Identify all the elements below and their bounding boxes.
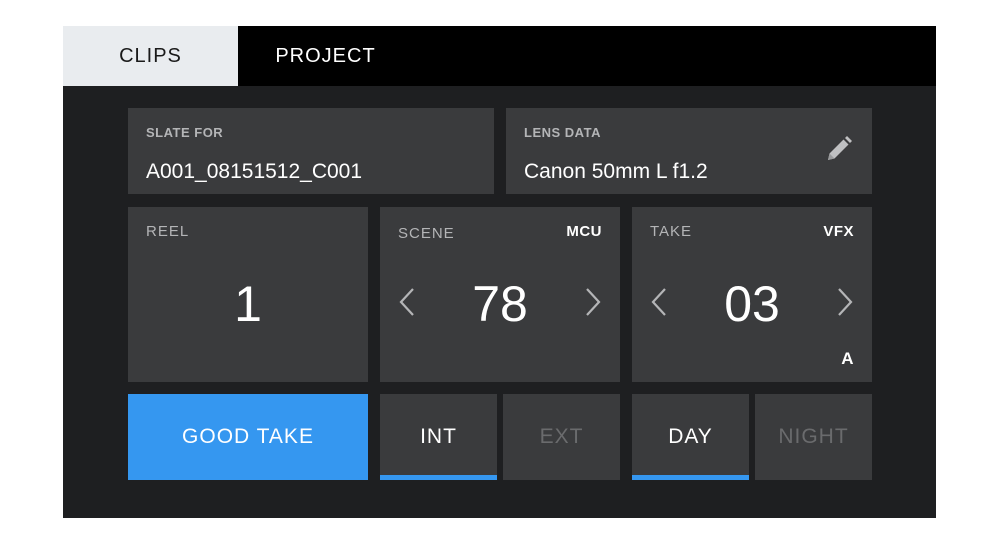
day-button[interactable]: DAY: [632, 394, 749, 480]
scene-panel[interactable]: SCENE MCU 78: [380, 207, 620, 382]
slate-for-panel[interactable]: SLATE FOR A001_08151512_C001: [128, 108, 494, 194]
lens-data-panel[interactable]: LENS DATA Canon 50mm L f1.2: [506, 108, 872, 194]
slate-for-value: A001_08151512_C001: [146, 160, 363, 183]
day-label: DAY: [668, 425, 713, 448]
good-take-button[interactable]: GOOD TAKE: [128, 394, 368, 480]
day-selected-indicator: [632, 475, 749, 480]
scene-next-button[interactable]: [582, 287, 604, 317]
slate-for-label: SLATE FOR: [146, 125, 224, 140]
take-panel[interactable]: TAKE VFX 03 A: [632, 207, 872, 382]
reel-panel[interactable]: REEL 1: [128, 207, 368, 382]
pencil-icon[interactable]: [824, 134, 854, 164]
int-button[interactable]: INT: [380, 394, 497, 480]
tab-clips[interactable]: CLIPS: [63, 26, 238, 86]
int-selected-indicator: [380, 475, 497, 480]
camera-screen: CLIPS PROJECT SLATE FOR A001_08151512_C0…: [63, 26, 936, 518]
take-badge: VFX: [823, 223, 854, 240]
scene-badge: MCU: [566, 223, 602, 240]
tab-bar: CLIPS PROJECT: [63, 26, 936, 86]
ext-label: EXT: [539, 425, 584, 448]
int-label: INT: [420, 425, 457, 448]
reel-value: 1: [234, 276, 262, 332]
lens-data-label: LENS DATA: [524, 125, 601, 140]
night-button[interactable]: NIGHT: [755, 394, 872, 480]
night-label: NIGHT: [778, 425, 849, 448]
reel-label: REEL: [146, 223, 190, 240]
lens-data-value: Canon 50mm L f1.2: [524, 160, 708, 183]
scene-label: SCENE: [398, 225, 455, 242]
take-next-button[interactable]: [834, 287, 856, 317]
take-sub-badge: A: [841, 349, 854, 368]
ext-button[interactable]: EXT: [503, 394, 620, 480]
take-label: TAKE: [650, 223, 693, 240]
tab-project[interactable]: PROJECT: [238, 26, 413, 86]
